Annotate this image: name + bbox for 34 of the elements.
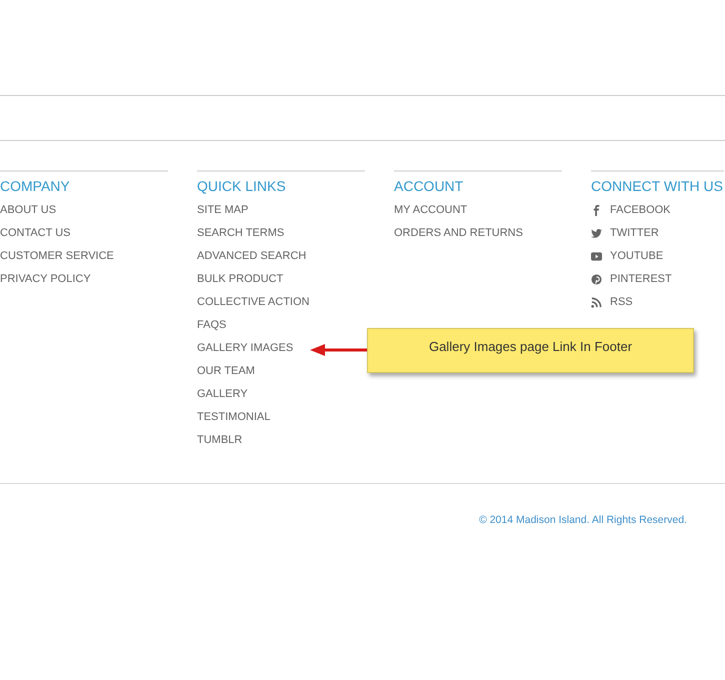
column-heading: QUICK LINKS xyxy=(197,177,286,196)
footer-link[interactable]: MY ACCOUNT xyxy=(394,199,468,222)
footer-link[interactable]: SEARCH TERMS xyxy=(197,222,284,245)
copyright-text: © 2014 Madison Island. All Rights Reserved. xyxy=(478,514,687,526)
arrow-icon xyxy=(309,343,369,357)
rss-icon xyxy=(591,297,602,308)
footer-link[interactable]: PINTEREST xyxy=(591,268,672,291)
footer-link[interactable]: BULK PRODUCT xyxy=(197,268,284,291)
facebook-icon xyxy=(591,205,602,216)
footer-link[interactable]: COLLECTIVE ACTION xyxy=(197,291,310,314)
column-heading: CONNECT WITH US xyxy=(591,177,723,196)
footer-link[interactable]: TESTIMONIAL xyxy=(197,406,270,429)
callout-note: Gallery Images page Link In Footer xyxy=(367,328,694,373)
footer-link[interactable]: GALLERY xyxy=(197,383,248,406)
footer-link[interactable]: ADVANCED SEARCH xyxy=(197,245,306,268)
column-heading: ACCOUNT xyxy=(394,177,464,196)
column-heading: COMPANY xyxy=(0,177,70,196)
footer-link[interactable]: CONTACT US xyxy=(0,222,70,245)
footer-link[interactable]: RSS xyxy=(591,291,633,314)
youtube-icon xyxy=(591,251,602,262)
footer-link[interactable]: GALLERY IMAGES xyxy=(197,337,294,360)
footer-link[interactable]: ABOUT US xyxy=(0,199,56,222)
footer-link[interactable]: PRIVACY POLICY xyxy=(0,268,91,291)
footer-link[interactable]: ORDERS AND RETURNS xyxy=(394,222,523,245)
footer-link[interactable]: CUSTOMER SERVICE xyxy=(0,245,114,268)
footer-link[interactable]: SITE MAP xyxy=(197,199,248,222)
footer-link[interactable]: YOUTUBE xyxy=(591,245,664,268)
footer-link[interactable]: FACEBOOK xyxy=(591,199,671,222)
footer-link[interactable]: OUR TEAM xyxy=(197,360,255,383)
footer-link[interactable]: FAQS xyxy=(197,314,226,337)
footer-link[interactable]: TUMBLR xyxy=(197,429,242,452)
pinterest-icon xyxy=(591,274,602,285)
footer-link[interactable]: TWITTER xyxy=(591,222,659,245)
twitter-icon xyxy=(591,228,602,239)
